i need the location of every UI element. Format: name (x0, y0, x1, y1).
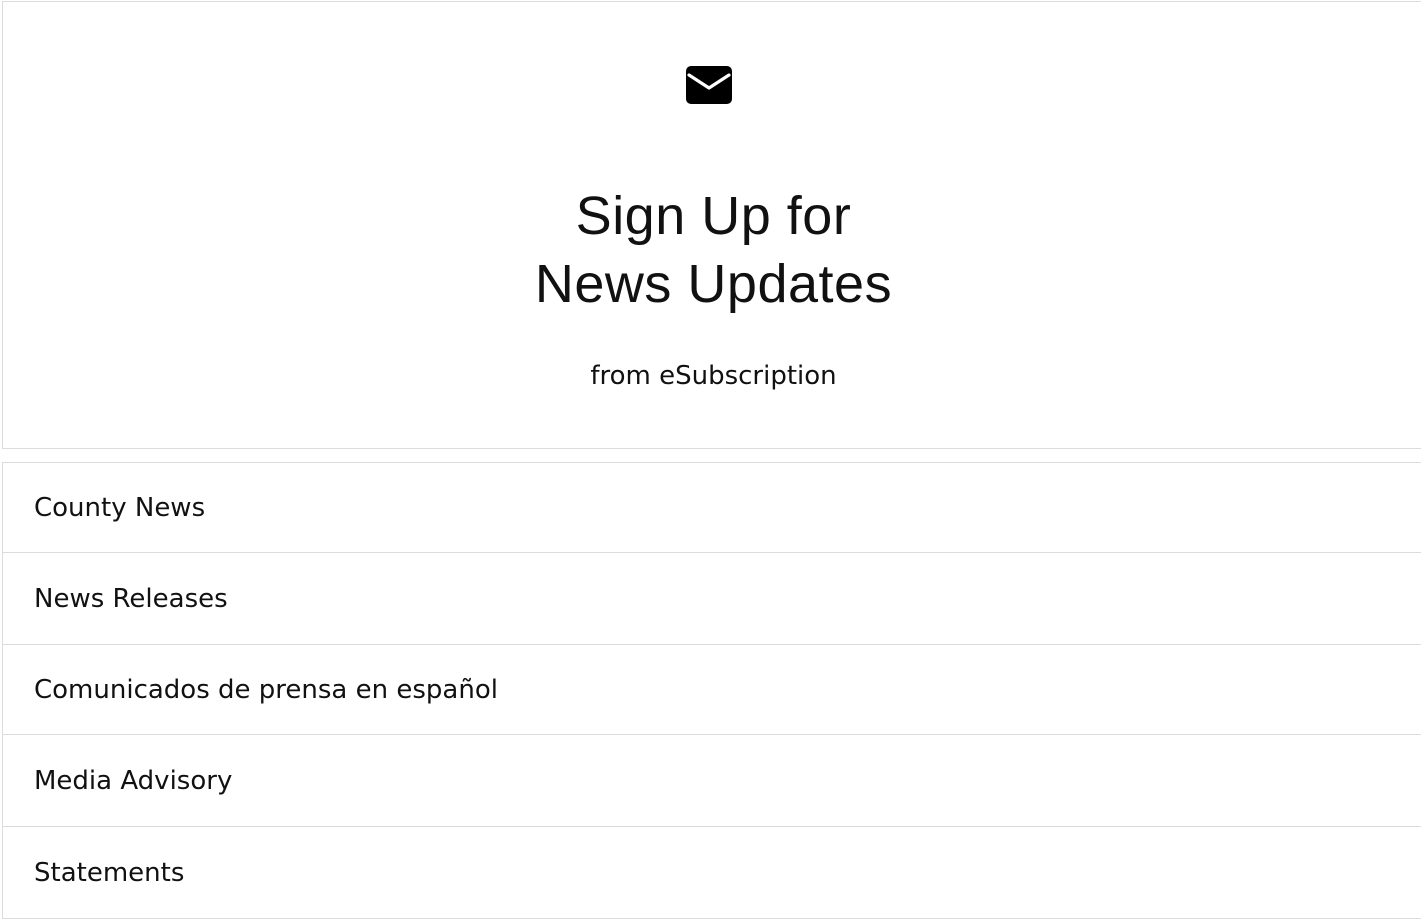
envelope-icon (686, 66, 732, 104)
topic-statements[interactable]: Statements (3, 827, 1421, 919)
signup-subtitle: from eSubscription (590, 361, 837, 391)
topic-comunicados-espanol[interactable]: Comunicados de prensa en español (3, 645, 1421, 735)
topic-county-news[interactable]: County News (3, 463, 1421, 553)
topic-media-advisory[interactable]: Media Advisory (3, 735, 1421, 827)
topic-list: County News News Releases Comunicados de… (2, 462, 1421, 919)
signup-title-line2: News Updates (534, 254, 893, 314)
signup-title-line1: Sign Up for (575, 186, 852, 246)
signup-card: Sign Up for News Updates from eSubscript… (2, 1, 1421, 449)
topic-news-releases[interactable]: News Releases (3, 553, 1421, 645)
